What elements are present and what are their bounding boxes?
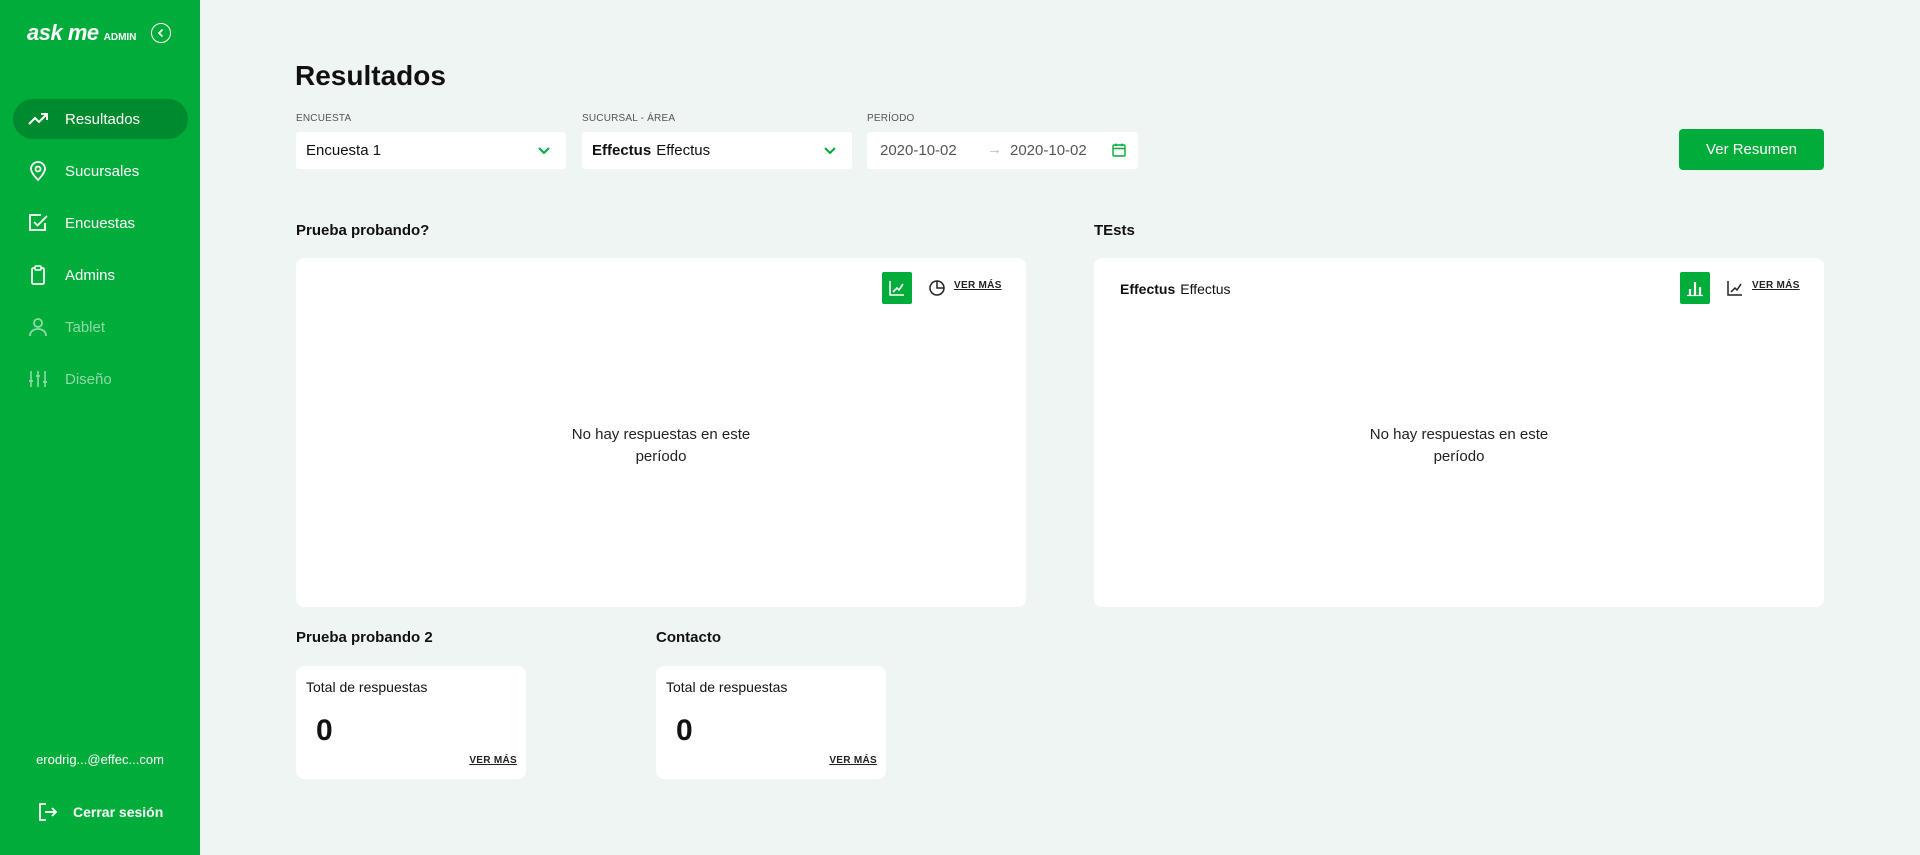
map-pin-icon <box>27 160 49 182</box>
sliders-icon <box>27 368 49 390</box>
stat-value: 0 <box>676 714 693 747</box>
widget-branch-label: Effectus Effectus <box>1120 281 1231 297</box>
pie-chart-icon <box>929 280 945 296</box>
ver-resumen-button[interactable]: Ver Resumen <box>1679 129 1824 170</box>
sidebar-item-encuestas[interactable]: Encuestas <box>13 203 188 243</box>
logout-button[interactable]: Cerrar sesión <box>37 801 163 823</box>
widget-card-tests: Effectus Effectus VER MÁS No hay respuest… <box>1094 258 1824 607</box>
widget-card-prueba: VER MÁS No hay respuestas en este períod… <box>296 258 1026 607</box>
logout-label: Cerrar sesión <box>73 804 164 820</box>
line-chart-toggle[interactable] <box>1724 277 1746 299</box>
collapse-sidebar-button[interactable] <box>151 23 171 43</box>
check-square-icon <box>27 212 49 234</box>
sidebar-item-label: Resultados <box>65 110 141 128</box>
logo-text: ask me <box>27 20 99 45</box>
date-to-input[interactable]: 2020-10-02 <box>1010 142 1087 159</box>
date-from-input[interactable]: 2020-10-02 <box>880 142 957 159</box>
trending-up-icon <box>27 108 49 130</box>
stat-card-prueba2: Total de respuestas 0 VER MÁS <box>296 666 526 779</box>
empty-state-message: No hay respuestas en este período <box>561 424 761 468</box>
ver-mas-link[interactable]: VER MÁS <box>954 280 1002 291</box>
ver-mas-link[interactable]: VER MÁS <box>469 755 517 766</box>
empty-state-line: período <box>635 448 687 465</box>
empty-state-line: No hay respuestas en este <box>571 426 751 443</box>
page-title: Resultados <box>295 60 446 91</box>
empty-state-line: No hay respuestas en este <box>1369 426 1549 443</box>
sidebar-item-sucursales[interactable]: Sucursales <box>13 151 188 191</box>
widget-title-tests: TEsts <box>1094 222 1135 239</box>
stat-card-contacto: Total de respuestas 0 VER MÁS <box>656 666 886 779</box>
pie-chart-toggle[interactable] <box>926 277 948 299</box>
stat-value: 0 <box>316 714 333 747</box>
sidebar-nav: Resultados Sucursales Encuestas Admins T… <box>13 99 188 411</box>
sidebar-item-diseno[interactable]: Diseño <box>13 359 188 399</box>
bar-chart-icon <box>1687 282 1703 297</box>
survey-select-value: Encuesta 1 <box>306 142 382 159</box>
chevron-down-icon <box>824 147 836 155</box>
date-arrow: → <box>987 141 1002 158</box>
sidebar-item-label: Tablet <box>65 318 106 336</box>
sidebar-item-label: Encuestas <box>65 214 136 232</box>
branch-select-value: Effectus <box>656 142 711 159</box>
user-email: erodrig...@effec...com <box>36 752 164 767</box>
empty-state-line: período <box>1433 448 1485 465</box>
calendar-icon <box>1112 143 1126 157</box>
date-range-picker[interactable]: 2020-10-02 → 2020-10-02 <box>867 132 1138 169</box>
logo-subtitle: ADMIN <box>103 32 137 43</box>
logout-icon <box>37 801 59 823</box>
empty-state-message: No hay respuestas en este período <box>1359 424 1559 468</box>
survey-filter-label: ENCUESTA <box>296 113 352 124</box>
branch-select[interactable]: Effectus Effectus <box>582 132 852 169</box>
chevron-left-icon <box>157 28 164 38</box>
clipboard-icon <box>27 264 49 286</box>
ver-mas-link[interactable]: VER MÁS <box>1752 280 1800 291</box>
line-chart-icon <box>889 281 904 296</box>
branch-select-name: Effectus <box>592 142 652 159</box>
branch-filter-label: SUCURSAL - ÁREA <box>582 113 676 124</box>
logo[interactable]: ask me ADMIN <box>27 20 136 46</box>
stat-label: Total de respuestas <box>306 679 428 695</box>
sidebar-item-admins[interactable]: Admins <box>13 255 188 295</box>
chevron-down-icon <box>538 147 550 155</box>
branch-name: Effectus <box>1120 281 1176 297</box>
branch-value: Effectus <box>1180 281 1231 297</box>
sidebar-item-resultados[interactable]: Resultados <box>13 99 188 139</box>
widget-title-prueba: Prueba probando? <box>296 222 430 239</box>
bar-chart-toggle[interactable] <box>1680 272 1710 304</box>
sidebar: ask me ADMIN Resultados Sucursales Encue… <box>0 0 200 855</box>
sidebar-item-label: Diseño <box>65 370 112 388</box>
widget-title-prueba2: Prueba probando 2 <box>296 629 433 646</box>
sidebar-item-label: Sucursales <box>65 162 140 180</box>
ver-mas-link[interactable]: VER MÁS <box>829 755 877 766</box>
period-filter-label: PERÍODO <box>867 113 915 124</box>
line-chart-toggle[interactable] <box>882 272 912 304</box>
user-icon <box>27 316 49 338</box>
sidebar-item-tablet[interactable]: Tablet <box>13 307 188 347</box>
sidebar-item-label: Admins <box>65 266 116 284</box>
widget-title-contacto: Contacto <box>656 629 721 646</box>
line-chart-icon <box>1727 281 1742 296</box>
survey-select[interactable]: Encuesta 1 <box>296 132 566 169</box>
stat-label: Total de respuestas <box>666 679 788 695</box>
